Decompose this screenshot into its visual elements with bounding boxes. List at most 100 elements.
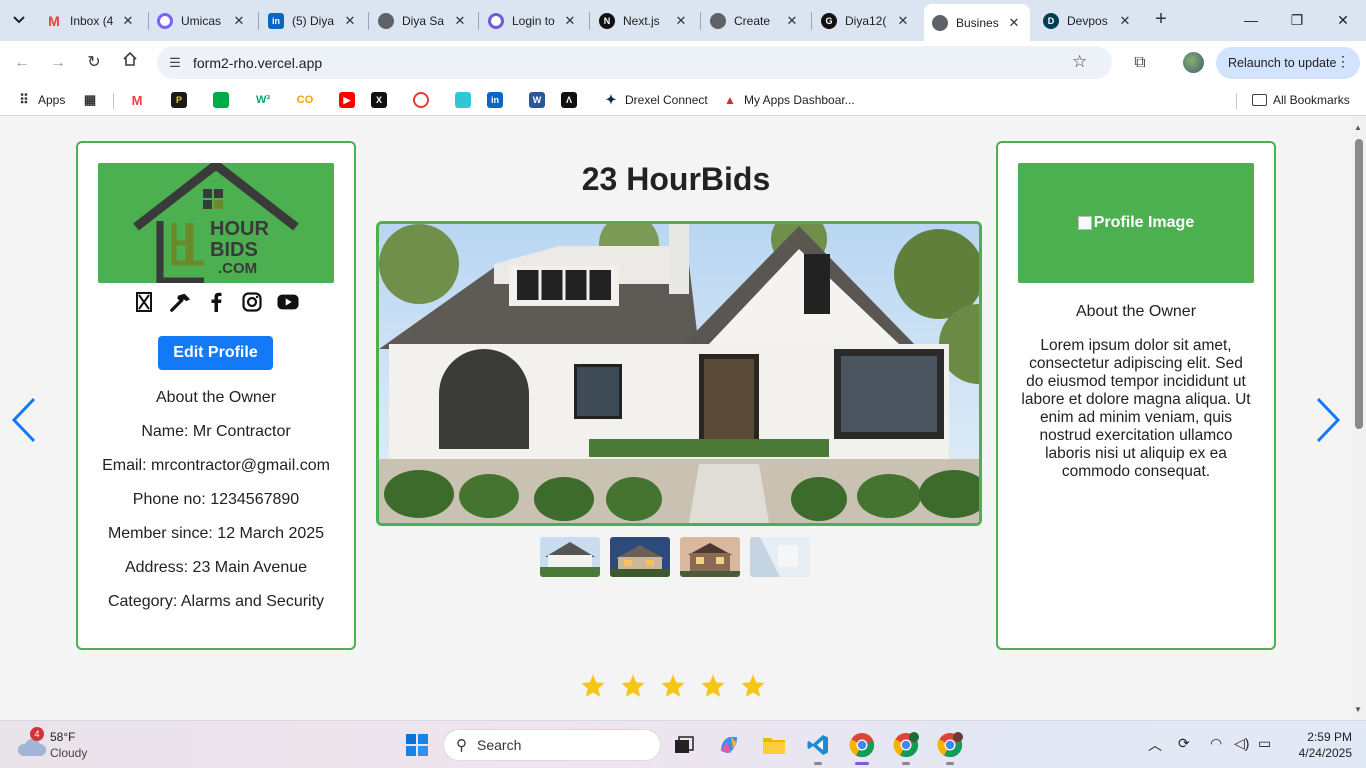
bookmark-w3schools[interactable]: W³ <box>255 91 271 109</box>
bookmark-red[interactable] <box>413 91 429 109</box>
page-scrollbar[interactable]: ▲ ▼ <box>1352 117 1366 720</box>
extensions-icon[interactable]: ⧉ <box>1128 51 1152 75</box>
bookmark-star-icon[interactable]: ☆ <box>1072 52 1098 78</box>
forward-button[interactable]: → <box>45 50 71 76</box>
bookmark-meet[interactable] <box>213 91 229 109</box>
system-clock[interactable]: 2:59 PM 4/24/2025 <box>1288 729 1352 761</box>
close-icon[interactable]: ✕ <box>895 13 911 29</box>
minimize-button[interactable]: — <box>1236 8 1266 32</box>
home-button[interactable] <box>117 50 143 76</box>
tab-umicas[interactable]: Umicas ✕ <box>149 6 255 35</box>
profile-avatar[interactable] <box>1183 52 1204 73</box>
star-icon[interactable] <box>580 673 606 699</box>
youtube-icon[interactable] <box>277 291 299 313</box>
svg-text:.COM: .COM <box>218 260 257 277</box>
rating-stars[interactable] <box>580 673 766 699</box>
star-icon[interactable] <box>620 673 646 699</box>
bookmark-p[interactable]: P <box>171 91 187 109</box>
star-icon[interactable] <box>700 673 726 699</box>
thumbnail-4[interactable] <box>750 537 810 577</box>
close-window-button[interactable]: ✕ <box>1328 8 1358 32</box>
scroll-thumb[interactable] <box>1355 139 1363 429</box>
vscode-button[interactable] <box>803 730 833 765</box>
taskbar-search[interactable]: ⚲ Search <box>443 729 661 761</box>
copilot-button[interactable] <box>714 730 744 760</box>
bookmark-coursera[interactable]: CO <box>297 91 314 109</box>
site-info-icon[interactable]: ☰ <box>157 55 193 71</box>
scroll-up-icon[interactable]: ▲ <box>1354 123 1362 132</box>
tab-login[interactable]: Login to ✕ <box>480 6 586 35</box>
tray-chevron-up-icon[interactable]: ︿ <box>1148 735 1162 755</box>
relaunch-button[interactable]: Relaunch to update ⋮ <box>1216 47 1360 79</box>
chrome-profile-d-button[interactable] <box>891 730 921 765</box>
main-house-image[interactable] <box>376 221 982 526</box>
previous-arrow-icon[interactable] <box>10 395 40 445</box>
task-view-button[interactable] <box>669 730 699 760</box>
restore-button[interactable]: ❐ <box>1282 8 1312 32</box>
bookmark-grid[interactable]: ▦ <box>82 91 98 109</box>
bookmark-x[interactable]: X <box>371 91 387 109</box>
bookmark-word[interactable]: W <box>529 91 545 109</box>
tab-github[interactable]: G Diya12( ✕ <box>813 6 919 35</box>
tab-create[interactable]: Create ✕ <box>702 6 808 35</box>
url-text[interactable]: form2-rho.vercel.app <box>193 55 322 71</box>
all-bookmarks[interactable]: All Bookmarks <box>1252 91 1350 109</box>
globe-icon <box>710 12 726 29</box>
tab-gmail[interactable]: M Inbox (4 ✕ <box>38 6 144 35</box>
close-icon[interactable]: ✕ <box>562 13 578 29</box>
bookmark-drexel[interactable]: ✦ Drexel Connect <box>603 91 708 109</box>
bookmark-dark[interactable]: Λ <box>561 91 577 109</box>
tab-business-active[interactable]: Busines ✕ <box>924 4 1030 41</box>
right-about-heading: About the Owner <box>1075 303 1197 320</box>
new-tab-button[interactable]: + <box>1150 8 1172 32</box>
chrome-profile-c-button[interactable] <box>935 730 965 765</box>
tab-linkedin[interactable]: in (5) Diya ✕ <box>260 6 366 35</box>
thumbnail-3[interactable] <box>680 537 740 577</box>
bookmark-apps[interactable]: ⠿ Apps <box>16 91 65 109</box>
bookmark-linkedin[interactable]: in <box>487 91 503 109</box>
owner-email: Email: mrcontractor@gmail.com <box>102 457 330 474</box>
star-icon[interactable] <box>660 673 686 699</box>
instagram-icon[interactable] <box>241 291 263 313</box>
close-icon[interactable]: ✕ <box>1117 13 1133 29</box>
battery-icon[interactable]: ▭ <box>1258 735 1271 752</box>
sync-icon[interactable]: ⟳ <box>1178 735 1190 752</box>
menu-dots-icon[interactable]: ⋮ <box>1336 53 1350 70</box>
bookmark-teal[interactable] <box>455 91 471 109</box>
close-icon[interactable]: ✕ <box>342 13 358 29</box>
tab-search-button[interactable] <box>6 8 32 32</box>
close-icon[interactable]: ✕ <box>673 13 689 29</box>
start-button[interactable] <box>402 730 432 760</box>
edit-profile-button[interactable]: Edit Profile <box>158 336 273 370</box>
profile-card: Profile Image About the Owner Lorem ipsu… <box>996 141 1276 650</box>
tab-devpost[interactable]: D Devpos ✕ <box>1035 6 1141 35</box>
volume-icon[interactable]: ◁) <box>1234 735 1249 752</box>
thumbnail-1[interactable] <box>540 537 600 577</box>
weather-widget[interactable]: 4 58°F Cloudy <box>14 727 124 763</box>
close-icon[interactable]: ✕ <box>784 13 800 29</box>
scroll-down-icon[interactable]: ▼ <box>1354 705 1362 714</box>
address-bar[interactable]: ☰ form2-rho.vercel.app ☆ <box>157 46 1112 79</box>
bookmark-youtube[interactable]: ▶ <box>339 91 355 109</box>
back-button[interactable]: ← <box>9 50 35 76</box>
bookmark-gmail[interactable]: M <box>129 91 145 109</box>
x-icon[interactable] <box>133 291 155 313</box>
grid-icon: ▦ <box>83 92 97 107</box>
file-explorer-button[interactable] <box>759 730 789 760</box>
close-icon[interactable]: ✕ <box>231 13 247 29</box>
tab-diya-sa[interactable]: Diya Sa ✕ <box>370 6 476 35</box>
star-icon[interactable] <box>740 673 766 699</box>
hammer-icon[interactable] <box>169 291 191 313</box>
thumbnail-2[interactable] <box>610 537 670 577</box>
close-icon[interactable]: ✕ <box>120 13 136 29</box>
bookmark-myapps[interactable]: ▲ My Apps Dashboar... <box>722 91 855 109</box>
wifi-icon[interactable]: ◠ <box>1210 735 1222 752</box>
chrome-button-active[interactable] <box>847 730 877 765</box>
facebook-icon[interactable] <box>205 291 227 313</box>
reload-button[interactable]: ↻ <box>81 50 107 76</box>
tab-strip: M Inbox (4 ✕ Umicas ✕ in (5) Diya ✕ Diya… <box>0 0 1366 41</box>
close-icon[interactable]: ✕ <box>1006 15 1022 31</box>
next-arrow-icon[interactable] <box>1312 395 1342 445</box>
close-icon[interactable]: ✕ <box>452 13 468 29</box>
tab-nextjs[interactable]: N Next.js ✕ <box>591 6 697 35</box>
